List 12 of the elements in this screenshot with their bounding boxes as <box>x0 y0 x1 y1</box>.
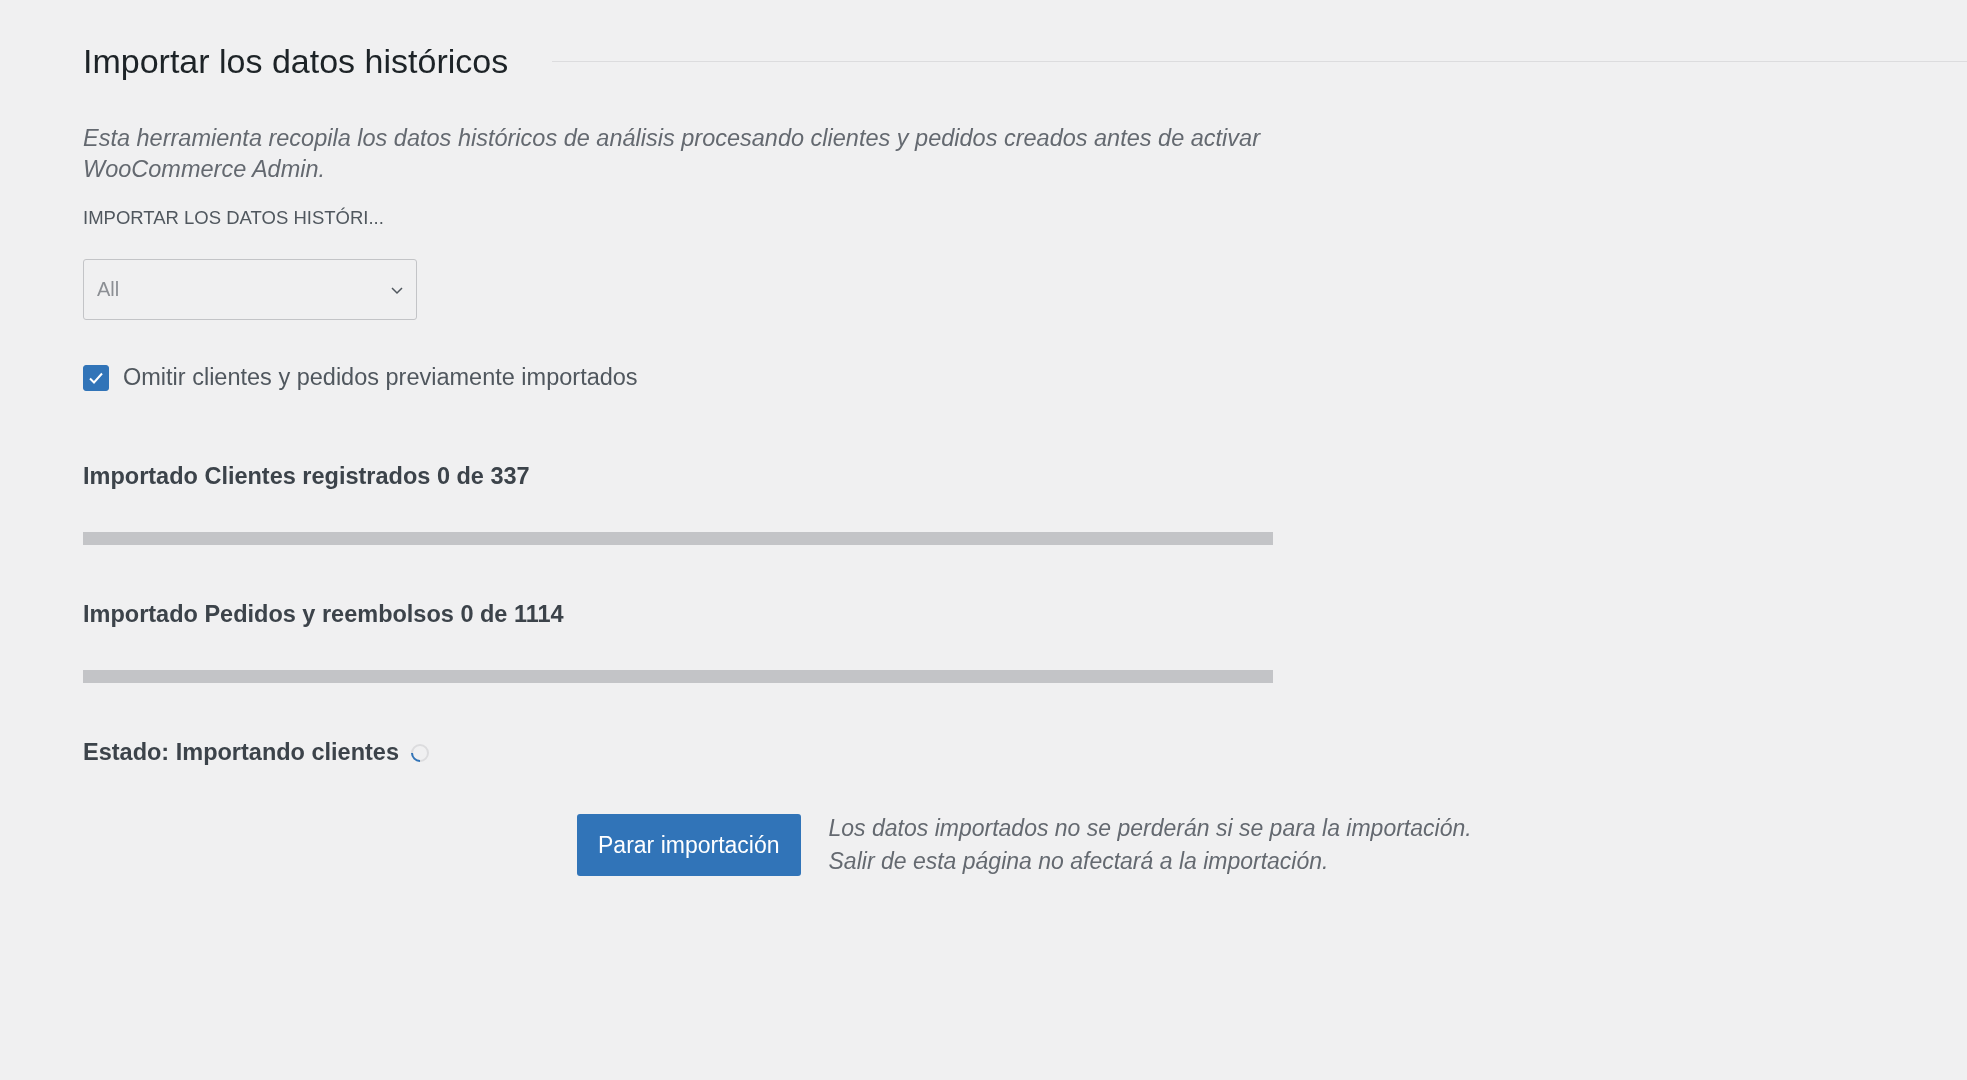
progress-title: Importado Clientes registrados 0 de 337 <box>83 463 531 490</box>
stop-import-button[interactable]: Parar importación <box>577 814 801 876</box>
section-title: Importar los datos históricos <box>83 42 509 81</box>
status-text: Estado: Importando clientes <box>83 739 399 766</box>
checkbox[interactable] <box>83 364 109 391</box>
field-label: IMPORTAR LOS DATOS HISTÓRI... <box>83 207 384 229</box>
note-text: Los datos importados no se perderán si se para la importación. <box>828 815 1472 842</box>
note-text: Salir de esta página no afectará a la importación. <box>828 848 1330 875</box>
checkbox-label: Omitir clientes y pedidos previamente importados <box>123 364 638 391</box>
period-dropdown[interactable]: All <box>83 259 417 320</box>
description: Esta herramienta recopila los datos históricos de análisis procesando clientes y pedidos creados antes de activar WooCommerce Admin. <box>83 124 1262 184</box>
progress-title: Importado Pedidos y reembolsos 0 de 1114 <box>83 601 565 628</box>
